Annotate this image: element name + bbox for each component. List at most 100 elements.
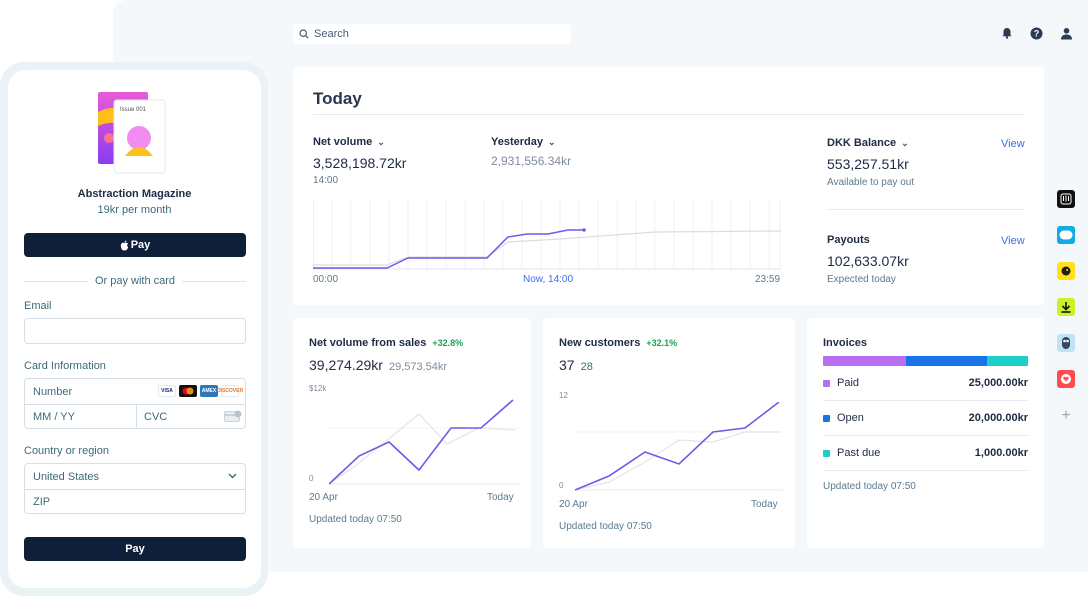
invoice-bar-segment — [906, 356, 987, 366]
card-info-group: Number VISA AMEX DISCOVER MM / YY CVC — [24, 378, 246, 429]
card-number-field[interactable]: Number VISA AMEX DISCOVER — [25, 379, 245, 404]
or-pay-divider: Or pay with card — [24, 274, 246, 288]
chat-bubble-icon[interactable] — [1057, 226, 1075, 244]
chevron-down-icon — [228, 473, 237, 479]
pay-button[interactable]: Pay — [24, 537, 246, 561]
sales-xstart: 20 Apr — [309, 492, 338, 503]
country-select[interactable]: United States — [25, 464, 245, 489]
yesterday-dropdown[interactable]: Yesterday ⌄ — [491, 136, 556, 148]
magazine-cover-image: Issue 001 — [98, 92, 166, 174]
sales-xend: Today — [487, 492, 514, 503]
today-line-chart — [313, 199, 781, 270]
net-volume-time: 14:00 — [313, 175, 339, 186]
customers-current-line — [575, 402, 780, 491]
today-title: Today — [313, 89, 362, 108]
zip-field[interactable]: ZIP — [25, 489, 245, 514]
customers-chart — [575, 402, 783, 491]
balance-view-link[interactable]: View — [1001, 138, 1025, 150]
bell-icon[interactable] — [1000, 26, 1014, 40]
invoices-stacked-bar — [823, 356, 1028, 366]
past-due-dot — [823, 449, 830, 457]
heart-chat-icon[interactable] — [1057, 370, 1075, 388]
user-icon[interactable] — [1059, 26, 1073, 40]
balance-sub: Available to pay out — [827, 177, 915, 188]
invoices-card: Invoices Paid 25,000.00kr Open 20,000.00… — [807, 318, 1044, 548]
owl-icon[interactable] — [1057, 334, 1075, 352]
payouts-sub: Expected today — [827, 274, 896, 285]
mailchimp-icon[interactable] — [1057, 262, 1075, 280]
cover-issue-text: Issue 001 — [120, 107, 147, 113]
expiry-field[interactable]: MM / YY — [25, 404, 136, 429]
paid-dot — [823, 379, 830, 387]
divider — [313, 114, 1025, 115]
axis-start: 00:00 — [313, 274, 339, 285]
sales-previous-line — [329, 413, 516, 485]
invoice-amount: 25,000.00kr — [968, 377, 1028, 389]
sales-current-line — [329, 399, 514, 485]
invoice-label: Paid — [837, 377, 860, 389]
sales-chart — [329, 399, 519, 485]
add-app-icon[interactable]: + — [1057, 407, 1075, 425]
product-name: Abstraction Magazine — [77, 188, 192, 200]
invoice-amount: 20,000.00kr — [968, 412, 1028, 424]
sales-updated: Updated today 07:50 — [309, 514, 402, 525]
apple-icon — [120, 239, 128, 250]
customers-xstart: 20 Apr — [559, 499, 588, 510]
balance-dropdown[interactable]: DKK Balance ⌄ — [827, 137, 909, 149]
visa-icon: VISA — [158, 385, 176, 397]
now-marker — [582, 228, 586, 232]
cvc-field[interactable]: CVC — [136, 404, 246, 429]
customers-previous-line — [575, 431, 779, 491]
customers-ytop: 12 — [559, 391, 568, 400]
address-group: United States ZIP — [24, 463, 246, 514]
invoice-amount: 1,000.00kr — [974, 447, 1028, 459]
balance-value: 553,257.51kr — [827, 156, 909, 172]
sales-card: Net volume from sales +32.8% 39,274.29kr 2… — [293, 318, 531, 548]
sales-ybottom: 0 — [309, 474, 314, 483]
intercom-icon[interactable] — [1057, 190, 1075, 208]
yesterday-series-line — [313, 230, 781, 266]
sales-value: 39,274.29kr 29,573.54kr — [309, 357, 448, 373]
card-info-label: Card Information — [24, 360, 106, 372]
divider — [823, 400, 1028, 401]
net-volume-dropdown[interactable]: Net volume ⌄ — [313, 136, 385, 148]
divider — [823, 435, 1028, 436]
search-icon — [299, 29, 309, 39]
payouts-view-link[interactable]: View — [1001, 235, 1025, 247]
today-card: Today Net volume ⌄ 3,528,198.72kr 14:00 Y… — [293, 67, 1044, 305]
cvc-card-icon — [224, 410, 242, 422]
email-field[interactable] — [24, 318, 246, 344]
sales-pct: +32.8% — [432, 338, 464, 348]
invoices-updated: Updated today 07:50 — [823, 481, 916, 492]
open-dot — [823, 414, 830, 422]
search-input[interactable]: Search — [293, 24, 571, 44]
mastercard-icon — [179, 385, 197, 397]
invoice-label: Open — [837, 412, 864, 424]
customers-ybottom: 0 — [559, 481, 564, 490]
country-label: Country or region — [24, 445, 109, 457]
payouts-label: Payouts — [827, 234, 870, 246]
apple-pay-button[interactable]: Pay — [24, 233, 246, 257]
invoices-title: Invoices — [823, 337, 868, 349]
checkout-panel: Issue 001 Abstraction Magazine 19kr per … — [8, 70, 261, 588]
invoice-row-paid[interactable]: Paid 25,000.00kr — [823, 374, 1028, 392]
customers-title: New customers +32.1% — [559, 337, 678, 349]
customers-value: 37 28 — [559, 357, 593, 373]
divider — [827, 209, 1025, 210]
customers-card: New customers +32.1% 37 28 12 0 20 Apr Tod… — [543, 318, 795, 548]
search-placeholder: Search — [314, 28, 349, 40]
invoice-bar-segment — [986, 356, 1028, 366]
svg-text:?: ? — [1033, 28, 1039, 38]
invoice-row-past-due[interactable]: Past due 1,000.00kr — [823, 444, 1028, 462]
invoice-row-open[interactable]: Open 20,000.00kr — [823, 409, 1028, 427]
divider — [823, 470, 1028, 471]
sales-title: Net volume from sales +32.8% — [309, 337, 464, 349]
axis-end: 23:59 — [755, 274, 781, 285]
net-volume-value: 3,528,198.72kr — [313, 155, 407, 171]
help-icon[interactable]: ? — [1029, 26, 1043, 40]
sales-ytop: $12k — [309, 384, 327, 393]
invoice-bar-segment — [823, 356, 907, 366]
customers-updated: Updated today 07:50 — [559, 521, 652, 532]
download-icon[interactable] — [1057, 298, 1075, 316]
card-brands: VISA AMEX DISCOVER — [158, 385, 243, 397]
